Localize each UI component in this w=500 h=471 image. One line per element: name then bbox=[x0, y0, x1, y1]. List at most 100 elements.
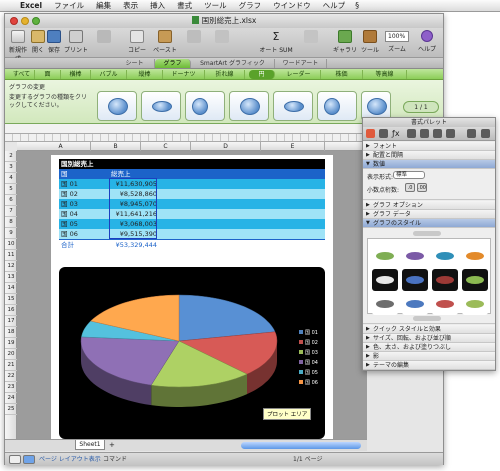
compatibility-icon[interactable] bbox=[433, 129, 442, 138]
sidebar-toggle-icon[interactable] bbox=[481, 129, 490, 138]
header-country[interactable]: 国 bbox=[61, 169, 68, 179]
menu-help[interactable]: ヘルプ bbox=[317, 0, 352, 12]
row-header[interactable]: 22 bbox=[5, 371, 17, 382]
row-header[interactable]: 10 bbox=[5, 239, 17, 250]
menu-window[interactable]: ウインドウ bbox=[267, 0, 317, 12]
row-header[interactable]: 18 bbox=[5, 327, 17, 338]
subtab-radar[interactable]: レーダー bbox=[277, 70, 321, 79]
menu-insert[interactable]: 挿入 bbox=[144, 0, 171, 12]
section-alignment[interactable]: ▶ 配置と間隔 bbox=[363, 151, 495, 160]
sort-button[interactable] bbox=[297, 30, 325, 56]
subtab-area[interactable]: 面 bbox=[35, 70, 61, 79]
row-header[interactable]: 25 bbox=[5, 404, 17, 415]
number-format-select[interactable]: 標準 bbox=[393, 171, 425, 179]
menu-chart[interactable]: グラフ bbox=[233, 0, 268, 12]
add-sheet-button[interactable]: + bbox=[109, 441, 118, 449]
cell-total-label[interactable]: 合計 bbox=[61, 240, 74, 250]
gallery-pager[interactable]: 1 / 1 bbox=[403, 101, 439, 113]
chart-style-swatch[interactable] bbox=[402, 269, 428, 291]
row-header[interactable]: 7 bbox=[5, 206, 17, 217]
menu-format[interactable]: 書式 bbox=[171, 0, 198, 12]
legend-item[interactable]: 国 03 bbox=[299, 350, 323, 357]
paste-button[interactable]: ペースト bbox=[151, 30, 179, 56]
open-button[interactable]: 開く bbox=[31, 30, 45, 56]
row-header[interactable]: 9 bbox=[5, 228, 17, 239]
increase-decimal-button[interactable]: .0 bbox=[405, 183, 415, 192]
autosum-button[interactable]: Σ オート SUM bbox=[259, 30, 293, 56]
minimize-button[interactable] bbox=[21, 17, 29, 25]
section-size-rotation[interactable]: ▶ サイズ、回転、および並び順 bbox=[363, 334, 495, 343]
chart-style-swatch[interactable] bbox=[432, 293, 458, 315]
row-header[interactable]: 21 bbox=[5, 360, 17, 371]
cell-country[interactable]: 国 04 bbox=[61, 209, 78, 219]
chart-style-swatch[interactable] bbox=[402, 293, 428, 315]
formatting-palette-icon[interactable] bbox=[366, 129, 375, 138]
row-header[interactable]: 17 bbox=[5, 316, 17, 327]
subtab-all[interactable]: すべて bbox=[9, 70, 35, 79]
row-header[interactable]: 19 bbox=[5, 338, 17, 349]
menu-excel[interactable]: Excel bbox=[14, 0, 48, 12]
row-header[interactable]: 20 bbox=[5, 349, 17, 360]
menu-file[interactable]: ファイル bbox=[48, 0, 90, 12]
section-edit-theme[interactable]: ▶ テーマの編集 bbox=[363, 361, 495, 370]
cell-country[interactable]: 国 03 bbox=[61, 199, 78, 209]
cell-country[interactable]: 国 06 bbox=[61, 229, 78, 239]
subtab-bar[interactable]: 横棒 bbox=[61, 70, 91, 79]
row-header[interactable]: 5 bbox=[5, 184, 17, 195]
pie-chart[interactable]: 国 01 国 02 国 03 国 04 国 05 国 06 プロット エリア bbox=[59, 267, 325, 439]
toolbox-button[interactable]: ツール bbox=[359, 30, 381, 56]
cell-total-value[interactable]: ¥53,329,444 bbox=[111, 240, 157, 250]
row-header[interactable]: 3 bbox=[5, 162, 17, 173]
row-header[interactable]: 2 bbox=[5, 151, 17, 162]
pie-style-thumb-5[interactable] bbox=[273, 91, 313, 121]
horizontal-scrollbar[interactable] bbox=[241, 442, 361, 449]
column-header-c[interactable]: C bbox=[141, 142, 191, 151]
subtab-column[interactable]: 縦棒 bbox=[127, 70, 163, 79]
column-header-a[interactable]: A bbox=[31, 142, 91, 151]
pie-style-thumb-2[interactable] bbox=[141, 91, 181, 121]
subtab-stock[interactable]: 株価 bbox=[321, 70, 363, 79]
column-header-d[interactable]: D bbox=[191, 142, 261, 151]
pie-style-thumb-1[interactable] bbox=[97, 91, 137, 121]
section-font[interactable]: ▶ フォント bbox=[363, 142, 495, 151]
chart-style-swatch[interactable] bbox=[372, 245, 398, 267]
copy-button[interactable]: コピー bbox=[125, 30, 149, 56]
format-painter-button[interactable] bbox=[183, 30, 205, 56]
styles-scroll-down[interactable] bbox=[413, 316, 441, 321]
zoom-control[interactable]: 100% ズーム bbox=[383, 30, 411, 56]
object-palette-icon[interactable] bbox=[379, 129, 388, 138]
save-button[interactable]: 保存 bbox=[47, 30, 61, 56]
chart-style-swatch[interactable] bbox=[372, 269, 398, 291]
row-header[interactable]: 12 bbox=[5, 261, 17, 272]
pie-style-thumb-3[interactable] bbox=[185, 91, 225, 121]
cell-country[interactable]: 国 02 bbox=[61, 189, 78, 199]
chart-style-swatch[interactable] bbox=[462, 245, 488, 267]
legend-item[interactable]: 国 05 bbox=[299, 370, 323, 377]
tab-smartart[interactable]: SmartArt グラフィック bbox=[191, 59, 275, 68]
legend-item[interactable]: 国 06 bbox=[299, 380, 323, 387]
pie-style-thumb-6[interactable] bbox=[317, 91, 357, 121]
worksheet-area[interactable]: 国別総売上 国 総売上 国 01 ¥11,630,905 国 02 ¥8,528… bbox=[17, 151, 367, 439]
menu-edit[interactable]: 編集 bbox=[90, 0, 117, 12]
row-header[interactable]: 13 bbox=[5, 272, 17, 283]
column-header-b[interactable]: B bbox=[91, 142, 141, 151]
subtab-doughnut[interactable]: ドーナツ bbox=[163, 70, 205, 79]
projects-icon[interactable] bbox=[446, 129, 455, 138]
subtab-surface[interactable]: 等高線 bbox=[363, 70, 407, 79]
reference-tools-icon[interactable] bbox=[420, 129, 429, 138]
section-number[interactable]: ▼ 数値 bbox=[363, 160, 495, 169]
sheet-tab-sheet1[interactable]: Sheet1 bbox=[75, 440, 105, 450]
formula-builder-icon[interactable]: ƒx bbox=[392, 129, 401, 138]
cell-country[interactable]: 国 01 bbox=[61, 179, 78, 189]
zoom-field[interactable]: 100% bbox=[385, 31, 409, 42]
row-header[interactable]: 15 bbox=[5, 294, 17, 305]
styles-scroll-up[interactable] bbox=[413, 231, 441, 236]
page-layout-view-button[interactable] bbox=[23, 455, 35, 464]
new-button[interactable]: 新規作成 bbox=[7, 30, 29, 63]
toolbox-tool-icon[interactable] bbox=[467, 129, 476, 138]
row-header[interactable]: 23 bbox=[5, 382, 17, 393]
row-header[interactable]: 4 bbox=[5, 173, 17, 184]
row-header[interactable]: 6 bbox=[5, 195, 17, 206]
subtab-line[interactable]: 折れ線 bbox=[205, 70, 245, 79]
chart-style-swatch[interactable] bbox=[462, 293, 488, 315]
